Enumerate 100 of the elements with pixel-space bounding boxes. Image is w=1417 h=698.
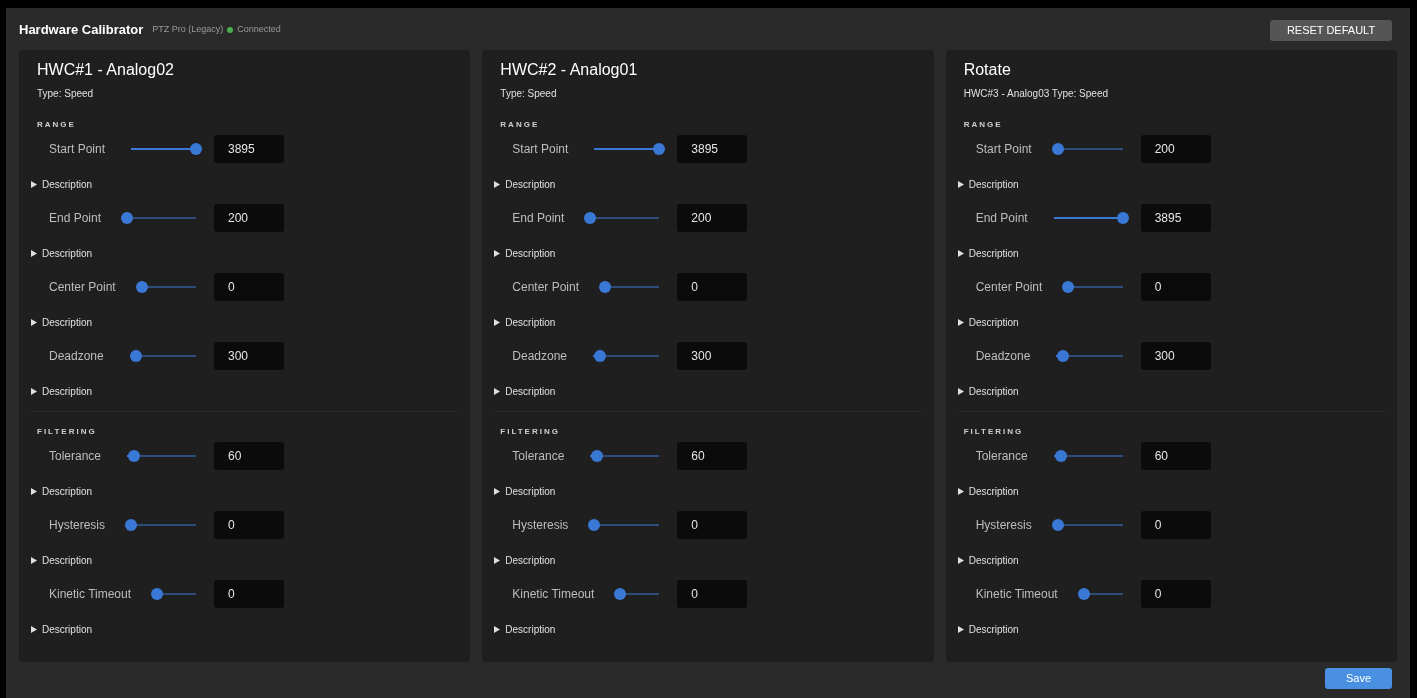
slider-thumb[interactable] (599, 281, 612, 293)
app-title: Hardware Calibrator (19, 21, 144, 40)
triangle-icon (494, 387, 501, 395)
slider-thumb[interactable] (190, 143, 202, 155)
triangle-icon (31, 249, 37, 257)
device-name: PTZ Pro (Legacy) (152, 23, 224, 37)
section-heading: FILTERING (962, 426, 1025, 438)
slider-thumb[interactable] (614, 588, 627, 600)
slider-thumb[interactable] (1051, 519, 1064, 531)
value-field[interactable]: 0 (1140, 273, 1211, 301)
slider-thumb[interactable] (593, 350, 606, 362)
value-field[interactable]: 60 (1140, 442, 1211, 470)
slider-thumb[interactable] (1057, 350, 1069, 362)
triangle-icon (31, 387, 37, 395)
param-label: Hysteresis (975, 517, 1032, 534)
slider-thumb[interactable] (588, 519, 601, 531)
slider-thumb[interactable] (130, 350, 143, 362)
value-field[interactable]: 0 (677, 580, 748, 608)
description-toggle[interactable]: Description (957, 176, 1019, 192)
value-field[interactable]: 300 (677, 342, 748, 370)
slider-thumb[interactable] (127, 450, 140, 462)
description-toggle[interactable]: Description (957, 383, 1019, 399)
slider-thumb[interactable] (1077, 588, 1090, 600)
description-toggle[interactable]: Description (31, 552, 93, 568)
value-field[interactable]: 60 (677, 442, 748, 470)
value-field[interactable]: 0 (214, 273, 284, 301)
param-label: Hysteresis (49, 517, 105, 534)
value-field[interactable]: 3895 (1140, 204, 1211, 232)
slider-thumb[interactable] (653, 143, 666, 155)
param-label: Center Point (49, 279, 116, 296)
description-toggle[interactable]: Description (31, 314, 93, 330)
description-toggle[interactable]: Description (957, 245, 1019, 261)
param-label: Center Point (512, 279, 580, 296)
description-toggle[interactable]: Description (31, 245, 93, 261)
value-field[interactable]: 200 (214, 204, 284, 232)
description-toggle[interactable]: Description (494, 483, 556, 499)
card-subtitle: Type: Speed (36, 87, 95, 101)
description-toggle[interactable]: Description (494, 383, 556, 399)
slider-thumb[interactable] (591, 450, 604, 462)
description-toggle[interactable]: Description (957, 621, 1019, 637)
description-toggle[interactable]: Description (31, 483, 93, 499)
section-heading: RANGE (962, 119, 1004, 131)
slider-thumb[interactable] (584, 212, 597, 224)
description-toggle[interactable]: Description (494, 245, 556, 261)
param-label: Hysteresis (512, 517, 569, 534)
description-toggle[interactable]: Description (494, 552, 556, 568)
reset-default-button[interactable]: RESET DEFAULT (1270, 19, 1392, 41)
description-toggle[interactable]: Description (31, 176, 93, 192)
value-field[interactable]: 60 (214, 442, 284, 470)
triangle-icon (957, 249, 964, 257)
description-toggle[interactable]: Description (494, 176, 556, 192)
slider-thumb[interactable] (125, 519, 137, 531)
description-toggle[interactable]: Description (957, 483, 1019, 499)
triangle-icon (957, 318, 964, 326)
value-field[interactable]: 300 (1140, 342, 1211, 370)
param-label: Tolerance (512, 448, 565, 465)
triangle-icon (31, 180, 37, 188)
triangle-icon (494, 318, 501, 326)
value-field[interactable]: 3895 (677, 135, 748, 163)
description-toggle[interactable]: Description (494, 314, 556, 330)
param-label: Deadzone (975, 348, 1031, 365)
param-label: Kinetic Timeout (512, 586, 595, 603)
slider-thumb[interactable] (1116, 212, 1129, 224)
slider-thumb[interactable] (121, 212, 134, 224)
slider-thumb[interactable] (135, 281, 148, 293)
value-field[interactable]: 200 (677, 204, 748, 232)
status-text: Connected (237, 23, 281, 37)
description-toggle[interactable]: Description (957, 552, 1019, 568)
section-heading: FILTERING (36, 426, 98, 438)
triangle-icon (957, 487, 964, 495)
value-field[interactable]: 0 (1140, 580, 1211, 608)
slider-thumb[interactable] (1054, 450, 1067, 462)
param-label: Tolerance (49, 448, 102, 465)
value-field[interactable]: 0 (214, 580, 284, 608)
value-field[interactable]: 200 (1140, 135, 1211, 163)
section-heading: RANGE (36, 119, 77, 131)
description-toggle[interactable]: Description (957, 314, 1019, 330)
triangle-icon (494, 625, 501, 633)
value-field[interactable]: 300 (214, 342, 284, 370)
description-toggle[interactable]: Description (494, 621, 556, 637)
description-toggle[interactable]: Description (31, 383, 93, 399)
triangle-icon (494, 180, 501, 188)
value-field[interactable]: 0 (214, 511, 284, 539)
description-toggle[interactable]: Description (31, 621, 93, 637)
value-field[interactable]: 0 (677, 511, 748, 539)
slider-thumb[interactable] (1051, 143, 1064, 155)
card-title: Rotate (962, 60, 1012, 80)
param-label: End Point (49, 210, 102, 227)
slider-thumb[interactable] (1062, 281, 1075, 293)
triangle-icon (957, 625, 964, 633)
param-label: End Point (512, 210, 565, 227)
value-field[interactable]: 0 (677, 273, 748, 301)
triangle-icon (31, 556, 37, 564)
param-label: Center Point (975, 279, 1043, 296)
card-title: HWC#2 - Analog01 (499, 60, 639, 80)
slider-thumb[interactable] (151, 588, 164, 600)
value-field[interactable]: 0 (1140, 511, 1211, 539)
param-label: Kinetic Timeout (975, 586, 1058, 603)
param-label: Deadzone (49, 348, 104, 365)
value-field[interactable]: 3895 (214, 135, 284, 163)
